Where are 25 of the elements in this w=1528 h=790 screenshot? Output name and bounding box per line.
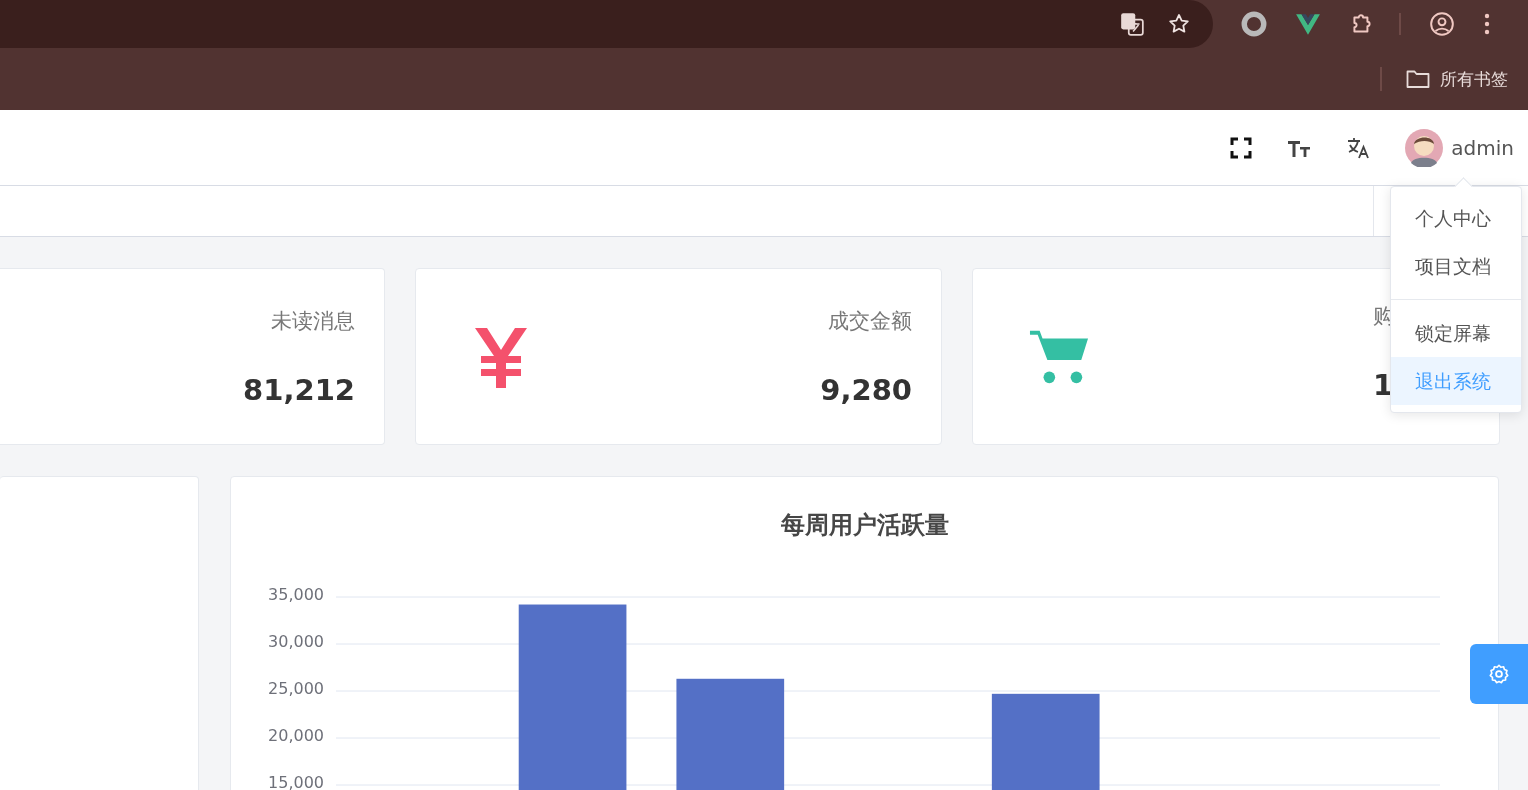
settings-icon — [1488, 663, 1510, 685]
folder-icon — [1406, 69, 1430, 89]
stat-value: 9,280 — [820, 372, 912, 407]
bookmarks-folder[interactable]: 所有书签 — [1406, 67, 1508, 91]
axis-label: 15,000 — [268, 772, 324, 790]
v-shaped-icon[interactable] — [1295, 11, 1321, 37]
stat-value: 1 — [1373, 368, 1394, 402]
user-menu-trigger[interactable]: admin — [1405, 128, 1514, 167]
stat-value: 81,212 — [243, 372, 355, 407]
avatar — [1405, 128, 1444, 167]
fullscreen-icon[interactable] — [1230, 136, 1253, 159]
axis-label: 20,000 — [268, 725, 324, 745]
axis-label: 30,000 — [268, 631, 324, 651]
menu-item[interactable]: 项目文档 — [1391, 242, 1521, 290]
stat-label: 成交金额 — [828, 307, 912, 335]
chart-title: 每周用户活跃量 — [779, 510, 950, 541]
more-icon[interactable] — [1483, 12, 1491, 36]
profile-icon[interactable] — [1429, 11, 1455, 37]
settings-button[interactable] — [1470, 644, 1528, 704]
axis-label: 35,000 — [268, 584, 324, 604]
axis-label: 25,000 — [268, 678, 324, 698]
menu-item[interactable]: 个人中心 — [1391, 194, 1521, 242]
star-icon[interactable] — [1167, 12, 1191, 36]
stat-label: 未读消息 — [271, 307, 355, 335]
ring-icon[interactable] — [1241, 11, 1267, 37]
